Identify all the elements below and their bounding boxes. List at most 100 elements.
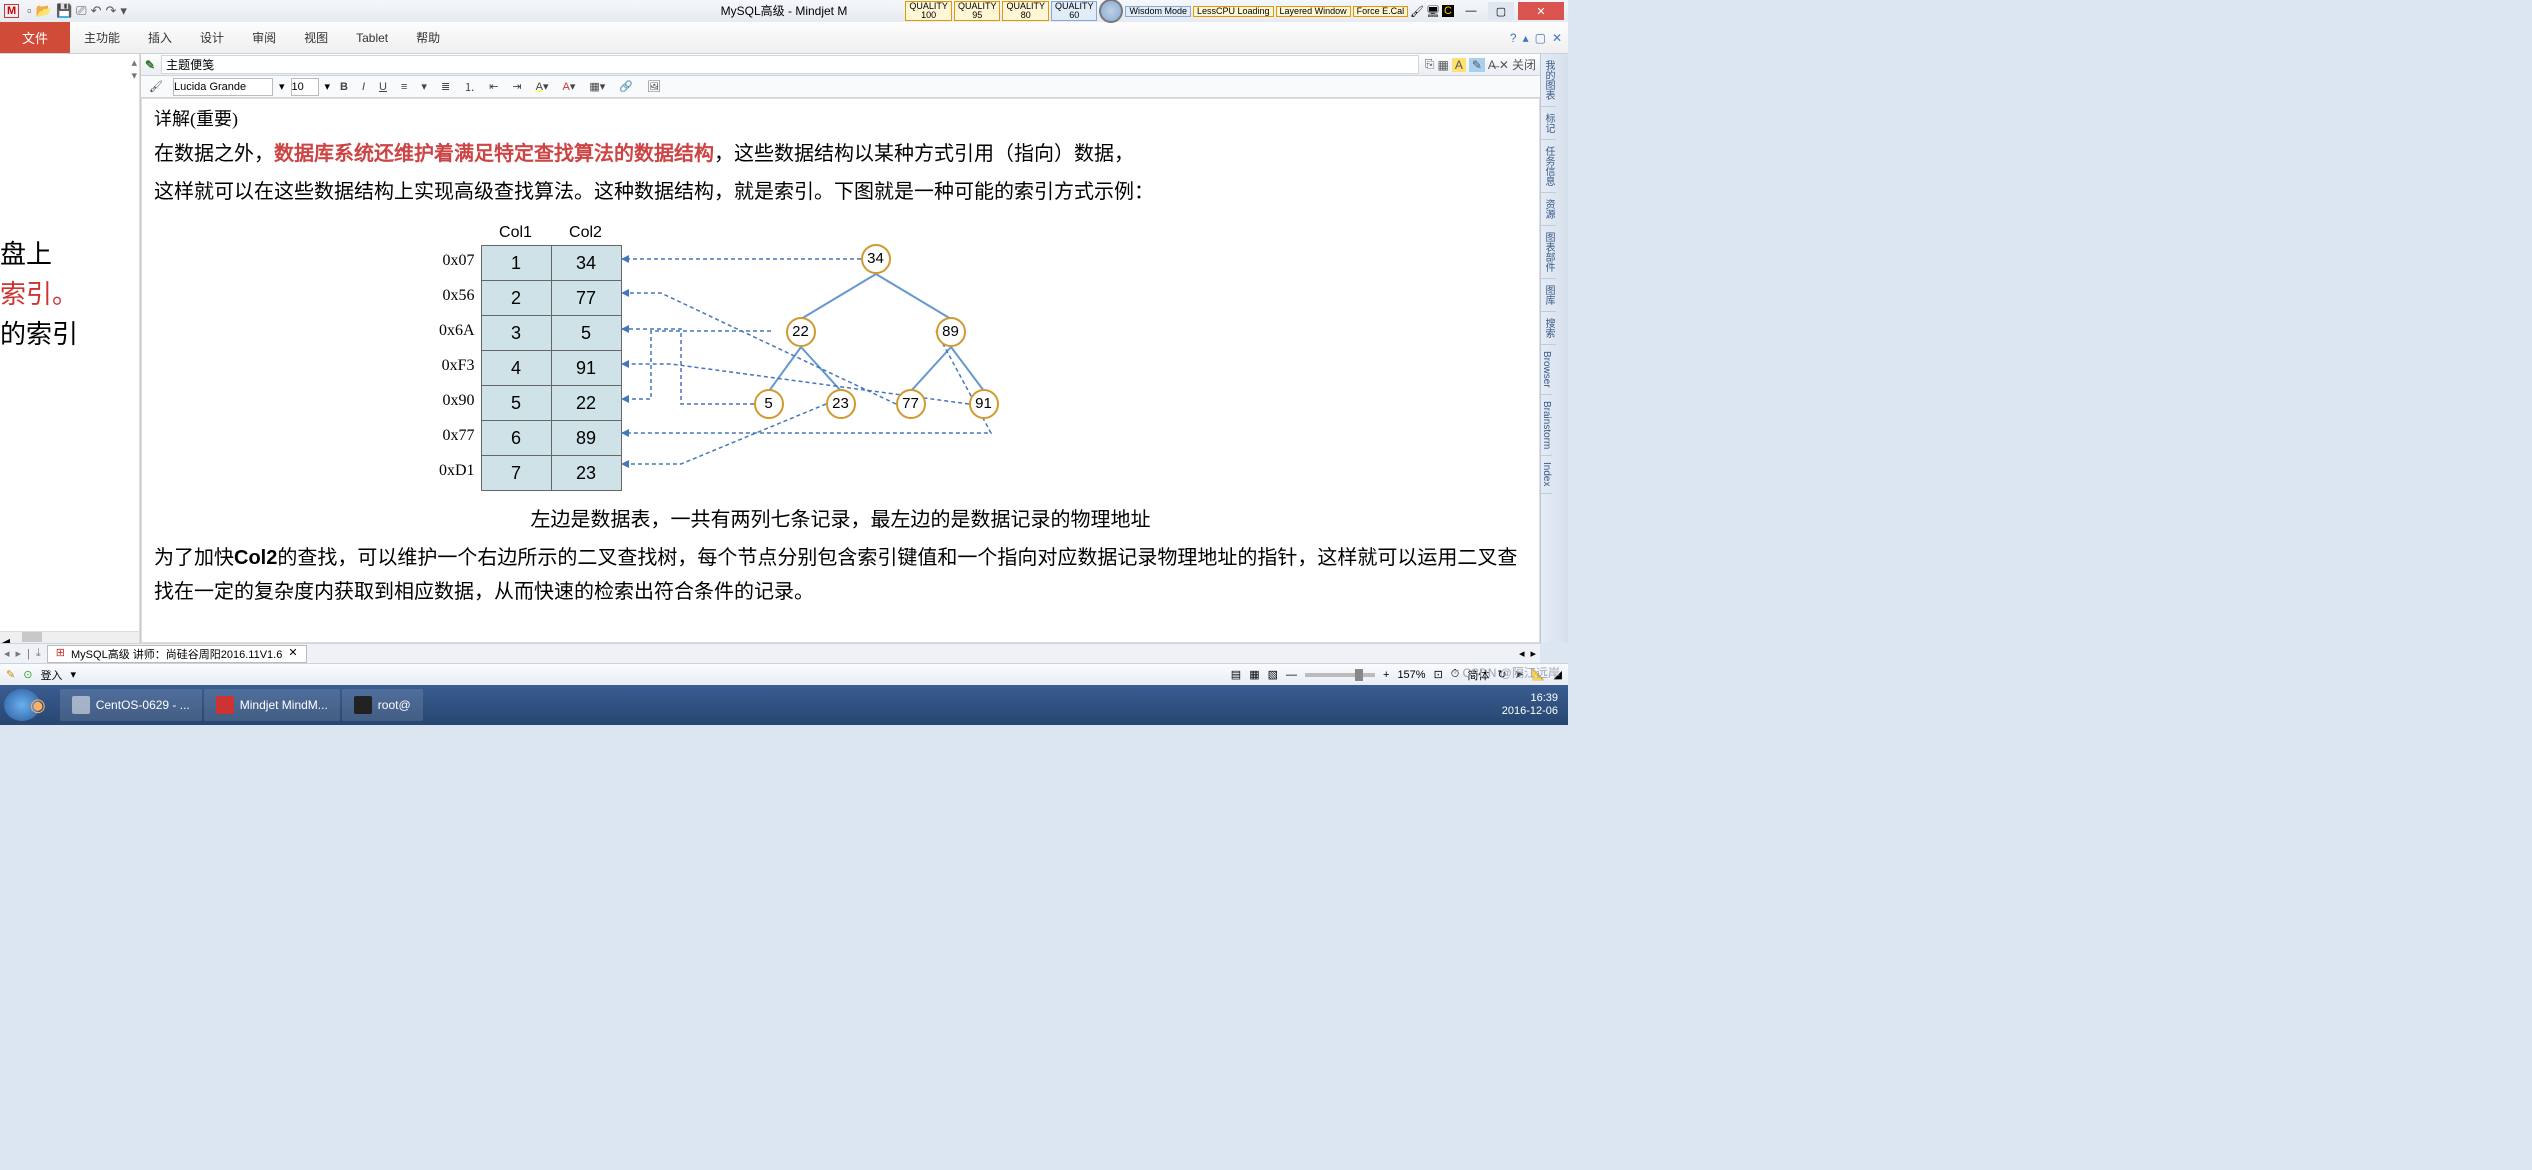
format-painter-icon[interactable]: 🖌 [145, 79, 167, 94]
quality-badge-80[interactable]: QUALITY80 [1002, 1, 1049, 21]
align-drop-icon[interactable]: ▾ [417, 79, 431, 94]
zoom-level[interactable]: 157% [1397, 669, 1425, 681]
save-all-icon[interactable]: ⎚ [76, 3, 86, 19]
number-list-button[interactable]: ⒈ [460, 78, 479, 96]
side-tab-8[interactable]: Brainstorm [1541, 395, 1552, 456]
font-size-drop-icon[interactable]: ▾ [325, 80, 331, 93]
side-tab-1[interactable]: 标记 [1541, 107, 1556, 140]
redo-icon[interactable]: ↷ [105, 3, 116, 19]
menu-review[interactable]: 审阅 [238, 22, 290, 53]
file-menu-button[interactable]: 文件 [0, 22, 70, 53]
save-icon[interactable]: 💾 [56, 3, 72, 19]
italic-button[interactable]: I [358, 80, 369, 94]
tab-close-icon[interactable]: ✕ [288, 646, 297, 662]
left-scrollbar[interactable]: ◂ ▸ [0, 631, 139, 643]
menu-design[interactable]: 设计 [186, 22, 238, 53]
brush-icon[interactable]: 🖌 [1410, 5, 1424, 18]
tab-next-icon[interactable]: ▸ [16, 647, 22, 660]
tool-orb-icon[interactable] [1099, 0, 1123, 23]
topic-close-x[interactable]: ✕ [1499, 58, 1509, 72]
menu-tablet[interactable]: Tablet [342, 22, 402, 53]
taskbar-overlay-icon[interactable]: ◉ [30, 695, 46, 716]
menu-view[interactable]: 视图 [290, 22, 342, 53]
tab-prev-icon[interactable]: ◂ [4, 647, 10, 660]
indent-button[interactable]: ⇥ [508, 79, 525, 94]
open-icon[interactable]: 📂 [36, 3, 52, 19]
tool-badge-wisdom[interactable]: Wisdom Mode [1125, 6, 1191, 17]
document-content[interactable]: 详解(重要) 在数据之外，数据库系统还维护着满足特定查找算法的数据结构，这些数据… [141, 98, 1540, 643]
restore-icon[interactable]: ▢ [1535, 31, 1546, 45]
status-icon-2[interactable]: ⊙ [23, 668, 32, 681]
chevron-down-icon[interactable]: ▾ [131, 70, 137, 82]
tool-badge-force[interactable]: Force E.Cal [1353, 6, 1409, 17]
side-tab-2[interactable]: 任务信息 [1541, 140, 1556, 193]
side-tab-3[interactable]: 资源 [1541, 193, 1556, 226]
quality-badge-60[interactable]: QUALITY60 [1051, 1, 1098, 21]
tool-icon-2[interactable]: ▦ [1437, 58, 1448, 72]
ribbon-collapse-icon[interactable]: ▴ [1523, 31, 1529, 45]
copy-mode-icon[interactable]: C [1442, 5, 1454, 17]
highlight-color-button[interactable]: A▾ [532, 79, 553, 94]
view-mode-1-icon[interactable]: ▤ [1231, 668, 1241, 681]
outdent-button[interactable]: ⇤ [485, 79, 502, 94]
login-button[interactable]: 登入 [40, 667, 62, 683]
zoom-in-icon[interactable]: + [1383, 669, 1389, 681]
align-left-button[interactable]: ≡ [397, 80, 411, 94]
bullet-list-button[interactable]: ≣ [437, 79, 454, 94]
fit-icon[interactable]: ⊡ [1434, 668, 1443, 681]
quality-badge-100[interactable]: QUALITY100 [905, 1, 952, 21]
chevron-left-icon[interactable]: ◂ [2, 632, 10, 643]
tool-icon-1[interactable]: ⎘ [1425, 57, 1435, 72]
undo-icon[interactable]: ↶ [91, 3, 102, 19]
table-button[interactable]: ▦▾ [585, 79, 609, 94]
side-tab-4[interactable]: 图表部件 [1541, 226, 1556, 279]
font-name-input[interactable] [173, 78, 273, 96]
tool-badge-layered[interactable]: Layered Window [1276, 6, 1351, 17]
font-color-button[interactable]: A▾ [558, 79, 579, 94]
highlighter-yellow-icon[interactable]: A [1452, 58, 1466, 72]
minimize-button[interactable]: — [1458, 2, 1484, 20]
maximize-button[interactable]: ▢ [1488, 2, 1514, 20]
login-drop-icon[interactable]: ▾ [70, 668, 76, 681]
menu-main[interactable]: 主功能 [70, 22, 134, 53]
taskbar-clock[interactable]: 16:39 2016-12-06 [1496, 692, 1564, 718]
side-tab-6[interactable]: 搜索 [1541, 312, 1556, 345]
zoom-slider[interactable] [1305, 673, 1375, 677]
side-tab-5[interactable]: 图库 [1541, 279, 1556, 312]
taskbar-item-mindjet[interactable]: Mindjet MindM... [204, 689, 340, 721]
taskbar-item-centos[interactable]: CentOS-0629 - ... [60, 689, 202, 721]
side-tab-0[interactable]: 我的图表 [1541, 54, 1556, 107]
menu-help[interactable]: 帮助 [402, 22, 454, 53]
highlighter-blue-icon[interactable]: ✎ [1469, 58, 1485, 72]
view-mode-2-icon[interactable]: ▦ [1249, 668, 1259, 681]
tool-badge-lesscpu[interactable]: LessCPU Loading [1193, 6, 1274, 17]
zoom-out-icon[interactable]: — [1286, 669, 1297, 681]
document-tab[interactable]: ⊞ MySQL高级 讲师：尚硅谷周阳2016.11V1.6 ✕ [47, 645, 307, 663]
font-name-drop-icon[interactable]: ▾ [279, 80, 285, 93]
taskbar-item-terminal[interactable]: root@ [342, 689, 423, 721]
close-button[interactable]: ✕ [1518, 2, 1564, 20]
topic-close-label[interactable]: 关闭 [1512, 56, 1536, 73]
chevron-up-icon[interactable]: ▴ [131, 57, 137, 69]
qa-dropdown-icon[interactable]: ▾ [120, 3, 127, 19]
quality-badge-95[interactable]: QUALITY95 [954, 1, 1001, 21]
highlighter-strike-icon[interactable]: A̶ [1488, 58, 1496, 72]
link-button[interactable]: 🔗 [615, 79, 637, 94]
menu-insert[interactable]: 插入 [134, 22, 186, 53]
status-icon-1[interactable]: ✎ [6, 668, 15, 681]
view-mode-3-icon[interactable]: ▧ [1268, 668, 1278, 681]
tab-end-icon[interactable]: ⤓ [36, 647, 41, 660]
tab-list-icon[interactable]: | [27, 648, 30, 660]
new-icon[interactable]: ▫ [27, 3, 32, 19]
monitors-icon[interactable]: 🖥 [1426, 5, 1440, 18]
underline-button[interactable]: U [375, 80, 391, 94]
font-size-input[interactable] [291, 78, 319, 96]
tab-scroll-left-icon[interactable]: ◂ [1519, 647, 1525, 660]
side-tab-9[interactable]: Index [1541, 456, 1552, 493]
tab-scroll-right-icon[interactable]: ▸ [1530, 647, 1536, 660]
side-tab-7[interactable]: Browser [1541, 345, 1552, 395]
bold-button[interactable]: B [336, 80, 352, 94]
left-map-panel[interactable]: ▴ ▾ 盘上 索引。 的索引 ◂ ▸ [0, 54, 140, 643]
help-icon[interactable]: ? [1510, 31, 1517, 45]
image-button[interactable]: 🖼 [643, 79, 665, 94]
